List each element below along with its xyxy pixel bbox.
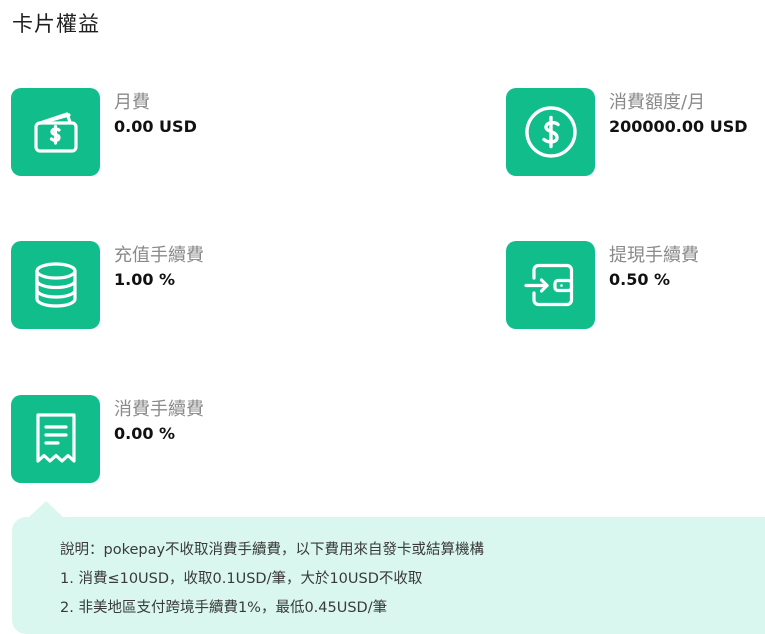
- benefit-tile: [11, 241, 100, 329]
- benefit-value: 200000.00 USD: [609, 117, 748, 136]
- benefit-label: 提現手續費: [609, 245, 699, 266]
- note-line: 2. 非美地區支付跨境手續費1%，最低0.45USD/筆: [60, 600, 388, 616]
- benefit-tile: [506, 241, 595, 329]
- benefit-spending-limit: 消費額度/月 200000.00 USD: [506, 88, 748, 176]
- benefit-value: 0.00 USD: [114, 117, 197, 136]
- benefit-withdrawal-fee: 提現手續費 0.50 %: [506, 241, 699, 329]
- coin-stack-icon: [34, 262, 77, 308]
- benefit-label: 消費手續費: [114, 399, 204, 420]
- benefit-value: 0.00 %: [114, 424, 176, 443]
- note-line: 1. 消費≤10USD，收取0.1USD/筆，大於10USD不收取: [60, 571, 423, 587]
- fee-note: 說明：pokepay不收取消費手續費，以下費用來自發卡或結算機構 1. 消費≤1…: [60, 536, 484, 623]
- benefit-tile: [11, 88, 100, 176]
- page-title: 卡片權益: [12, 12, 100, 36]
- note-pointer: [28, 501, 64, 518]
- benefit-topup-fee: 充值手續費 1.00 %: [11, 241, 204, 329]
- benefit-label: 消費額度/月: [609, 92, 706, 113]
- note-line: 說明：pokepay不收取消費手續費，以下費用來自發卡或結算機構: [60, 542, 485, 558]
- benefit-label: 充值手續費: [114, 245, 204, 266]
- dollar-circle-icon: [524, 106, 577, 158]
- benefit-tile: [506, 88, 595, 176]
- wallet-withdraw-icon: [523, 263, 573, 307]
- wallet-dollar-icon: [33, 112, 78, 153]
- benefit-monthly-fee: 月費 0.00 USD: [11, 88, 197, 176]
- receipt-icon: [35, 413, 76, 463]
- benefit-value: 1.00 %: [114, 270, 176, 289]
- benefit-spending-fee: 消費手續費 0.00 %: [11, 395, 204, 483]
- benefit-value: 0.50 %: [609, 270, 671, 289]
- benefit-tile: [11, 395, 100, 483]
- benefit-label: 月費: [114, 92, 150, 113]
